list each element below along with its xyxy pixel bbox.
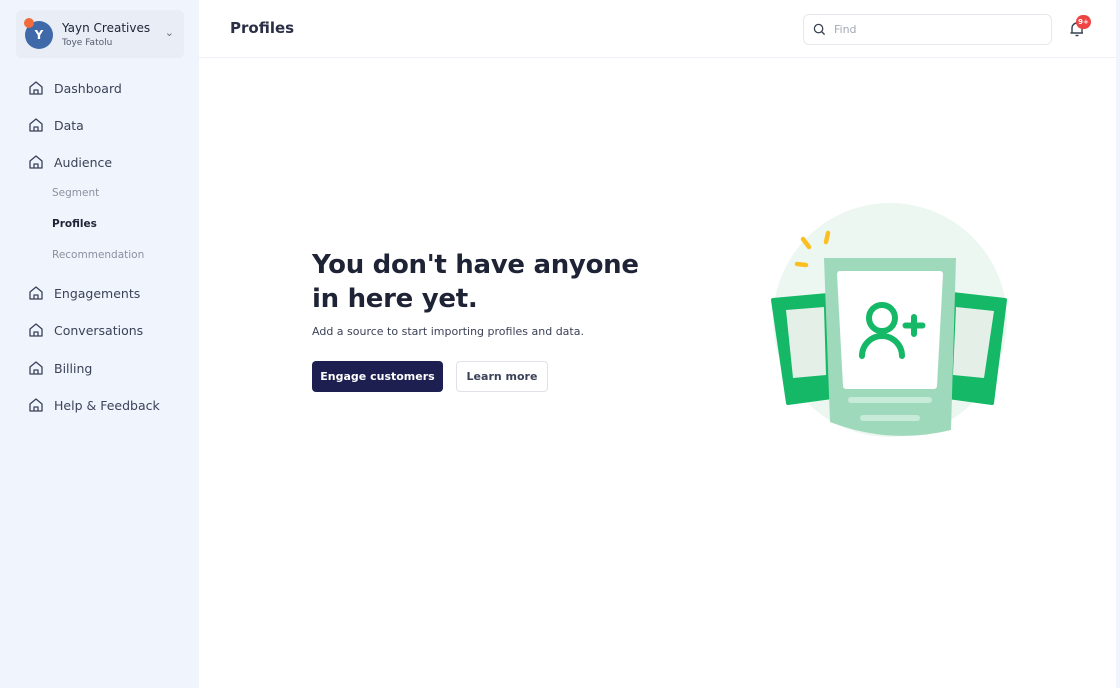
home-icon <box>28 397 44 413</box>
home-icon <box>28 80 44 96</box>
sidebar-item-help-feedback[interactable]: Help & Feedback <box>28 397 160 413</box>
sidebar-item-billing[interactable]: Billing <box>28 360 92 376</box>
search-box[interactable] <box>803 14 1052 45</box>
sidebar-item-dashboard[interactable]: Dashboard <box>28 80 122 96</box>
search-icon <box>813 23 826 36</box>
empty-state-heading: You don't have anyone in here yet. <box>312 250 639 314</box>
sidebar-subitem-profiles[interactable]: Profiles <box>52 218 97 230</box>
home-icon <box>28 322 44 338</box>
sidebar-item-label: Help & Feedback <box>54 397 160 413</box>
sidebar-item-label: Dashboard <box>54 80 122 96</box>
search-input[interactable] <box>834 23 1034 36</box>
empty-state-description: Add a source to start importing profiles… <box>312 325 584 338</box>
home-icon <box>28 285 44 301</box>
sidebar-item-audience[interactable]: Audience <box>28 154 112 170</box>
sidebar-item-label: Engagements <box>54 285 141 301</box>
home-icon <box>28 360 44 376</box>
home-icon <box>28 117 44 133</box>
learn-more-button[interactable]: Learn more <box>456 361 548 392</box>
home-icon <box>28 154 44 170</box>
sidebar: Y Yayn Creatives Toye Fatolu ⌄ Dashboard… <box>0 0 199 688</box>
add-profile-illustration <box>771 203 1007 437</box>
sidebar-item-label: Data <box>54 117 84 133</box>
sidebar-item-label: Conversations <box>54 322 144 338</box>
sidebar-subitem-segment[interactable]: Segment <box>52 187 99 199</box>
org-name: Yayn Creatives <box>62 21 151 35</box>
status-dot <box>24 18 34 28</box>
org-switcher[interactable]: Y Yayn Creatives Toye Fatolu ⌄ <box>16 10 184 58</box>
notification-badge: 9+ <box>1076 15 1091 29</box>
header: Profiles 9+ <box>199 0 1116 58</box>
sidebar-item-data[interactable]: Data <box>28 117 84 133</box>
sidebar-item-conversations[interactable]: Conversations <box>28 322 143 338</box>
sidebar-subitem-recommendation[interactable]: Recommendation <box>52 249 144 261</box>
page-title: Profiles <box>230 19 295 37</box>
right-edge <box>1116 0 1120 688</box>
chevron-down-icon: ⌄ <box>164 26 174 39</box>
engage-customers-button[interactable]: Engage customers <box>312 361 443 392</box>
sidebar-item-label: Billing <box>54 360 93 376</box>
sidebar-item-label: Audience <box>54 154 113 170</box>
org-user: Toye Fatolu <box>62 38 113 48</box>
sidebar-item-engagements[interactable]: Engagements <box>28 285 140 301</box>
